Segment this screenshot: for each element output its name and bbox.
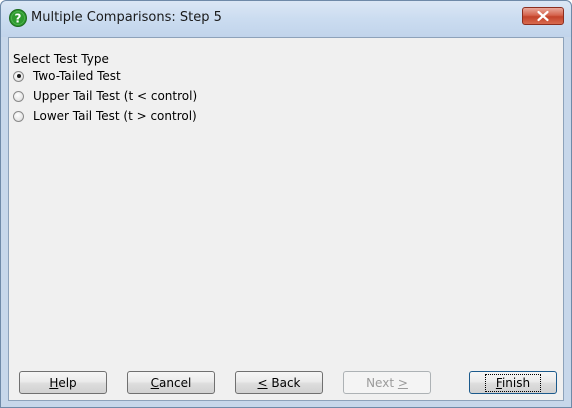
radio-label: Two-Tailed Test — [33, 68, 121, 83]
svg-text:?: ? — [15, 12, 22, 26]
title-bar[interactable]: ? Multiple Comparisons: Step 5 — [1, 1, 571, 37]
group-label: Select Test Type — [13, 52, 109, 66]
radio-button[interactable] — [13, 90, 24, 102]
finish-button[interactable]: Finish — [469, 371, 557, 394]
focus-rectangle: Finish — [484, 373, 542, 392]
window-title: Multiple Comparisons: Step 5 — [31, 10, 222, 25]
radio-lower-tail[interactable]: Lower Tail Test (t > control) — [13, 108, 197, 124]
dialog-client-area: Select Test Type Two-Tailed Test Upper T… — [8, 37, 564, 401]
cancel-button[interactable]: Cancel — [127, 371, 215, 394]
radio-button[interactable] — [13, 110, 24, 122]
radio-button-checked[interactable] — [13, 70, 24, 82]
help-question-icon: ? — [9, 9, 27, 27]
radio-label: Upper Tail Test (t < control) — [33, 88, 198, 103]
next-button[interactable]: Next > — [343, 371, 431, 394]
help-button[interactable]: Help — [19, 371, 107, 394]
radio-two-tailed[interactable]: Two-Tailed Test — [13, 68, 121, 84]
dialog-window: ? Multiple Comparisons: Step 5 Select Te… — [0, 0, 572, 408]
back-button[interactable]: < Back — [235, 371, 323, 394]
radio-upper-tail[interactable]: Upper Tail Test (t < control) — [13, 88, 197, 104]
close-button[interactable] — [522, 7, 564, 25]
radio-label: Lower Tail Test (t > control) — [33, 108, 197, 123]
